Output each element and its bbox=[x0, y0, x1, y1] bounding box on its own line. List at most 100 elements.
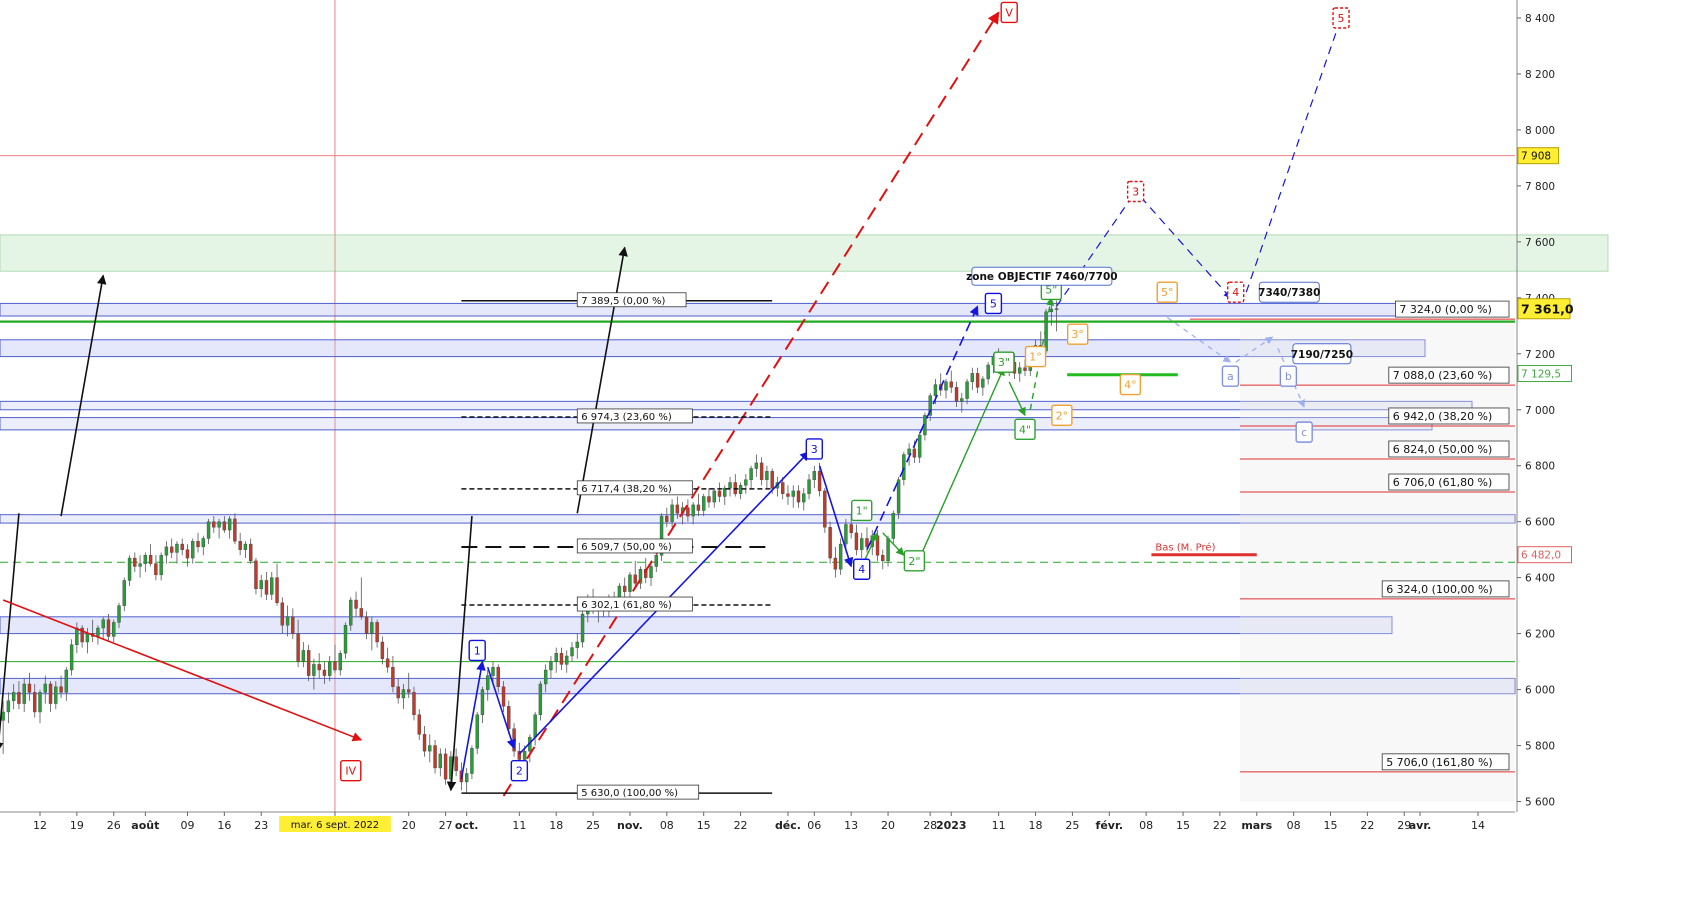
candle-body bbox=[417, 714, 421, 735]
candle-body bbox=[522, 750, 527, 760]
candle-body bbox=[860, 538, 864, 550]
fib-right-label: 7 324,0 (0,00 %) bbox=[1399, 303, 1492, 316]
candle-body bbox=[807, 479, 811, 494]
candle-body bbox=[954, 387, 959, 402]
candle-body bbox=[759, 462, 764, 480]
candle-body bbox=[886, 538, 890, 562]
x-tick-label: 11 bbox=[512, 819, 526, 832]
candle-body bbox=[148, 555, 153, 564]
candle-body bbox=[765, 471, 769, 480]
candle-body bbox=[891, 513, 896, 539]
candle-body bbox=[206, 521, 211, 539]
candle-body bbox=[575, 641, 579, 648]
x-tick-label: août bbox=[131, 819, 159, 832]
candle-body bbox=[917, 434, 922, 458]
y-tick-label: 7 200 bbox=[1525, 349, 1555, 361]
wave-label-text: 2 bbox=[516, 765, 523, 778]
candle-body bbox=[407, 689, 411, 693]
candle-body bbox=[1, 711, 5, 721]
fib-left-label: 5 630,0 (100,00 %) bbox=[581, 788, 678, 799]
candle-body bbox=[285, 616, 290, 626]
wave-label-text: 2" bbox=[908, 555, 920, 568]
candle-body bbox=[823, 490, 827, 528]
candle-body bbox=[412, 692, 416, 715]
candle-body bbox=[986, 364, 990, 380]
y-tick-label: 6 200 bbox=[1525, 629, 1555, 641]
fib-right-label: 7 088,0 (23,60 %) bbox=[1393, 369, 1493, 382]
x-tick-label: nov. bbox=[617, 819, 643, 832]
candle-body bbox=[949, 381, 953, 388]
x-tick-label: 22 bbox=[1213, 819, 1227, 832]
candle-body bbox=[649, 566, 653, 578]
candle-body bbox=[802, 493, 806, 503]
candle-body bbox=[185, 549, 190, 559]
candle-body bbox=[554, 652, 558, 662]
candle-body bbox=[301, 650, 306, 662]
candle-body bbox=[675, 504, 680, 514]
y-tick-label: 5 600 bbox=[1525, 797, 1555, 809]
candle-body bbox=[796, 490, 801, 503]
candle-body bbox=[69, 644, 74, 671]
y-tick-label: 6 600 bbox=[1525, 517, 1555, 529]
candle-body bbox=[270, 577, 274, 595]
x-tick-label: 09 bbox=[180, 819, 194, 832]
candle-body bbox=[64, 669, 69, 693]
candle-body bbox=[665, 515, 669, 522]
wave-label-text: c bbox=[1301, 426, 1307, 439]
fib-right-label: 6 706,0 (61,80 %) bbox=[1393, 476, 1493, 489]
candle-body bbox=[169, 546, 174, 553]
price-chart[interactable]: 7 389,5 (0,00 %) 6 974,3 (23,60 %) 6 717,4… bbox=[0, 0, 1701, 901]
candle-body bbox=[291, 616, 295, 634]
wave-label-text: V bbox=[1005, 6, 1013, 19]
x-tick-label: 18 bbox=[549, 819, 563, 832]
candle-body bbox=[975, 373, 980, 388]
y-tick-label: 8 400 bbox=[1525, 13, 1555, 25]
objective-label: zone OBJECTIF 7460/7700 bbox=[966, 271, 1117, 283]
candle-body bbox=[127, 557, 132, 581]
candle-body bbox=[85, 633, 90, 643]
candle-body bbox=[828, 527, 832, 559]
candle-body bbox=[54, 686, 58, 704]
x-tick-label: 27 bbox=[439, 819, 453, 832]
x-tick-label: 08 bbox=[660, 819, 674, 832]
candle-body bbox=[470, 748, 474, 774]
fib-left-label: 6 509,7 (50,00 %) bbox=[581, 542, 672, 553]
candle-body bbox=[222, 521, 227, 531]
candle-body bbox=[428, 745, 432, 752]
candle-body bbox=[343, 625, 348, 654]
candle-body bbox=[122, 580, 126, 606]
candle-body bbox=[17, 692, 21, 704]
candle-body bbox=[749, 468, 753, 480]
candle-body bbox=[654, 555, 658, 567]
candle-body bbox=[354, 599, 358, 609]
candle-body bbox=[1018, 367, 1022, 374]
x-tick-label: 18 bbox=[1029, 819, 1043, 832]
candle-body bbox=[696, 504, 701, 511]
candle-body bbox=[965, 381, 969, 399]
candle-body bbox=[1023, 367, 1027, 371]
fib-right-label: 6 824,0 (50,00 %) bbox=[1393, 443, 1493, 456]
fib-left-label: 6 974,3 (23,60 %) bbox=[581, 412, 672, 423]
candle-body bbox=[322, 669, 327, 676]
candle-body bbox=[559, 652, 564, 665]
candle-body bbox=[312, 664, 316, 676]
x-tick-label: 11 bbox=[992, 819, 1006, 832]
wave-label-text: IV bbox=[345, 765, 356, 778]
wave-label-text: 1° bbox=[1029, 351, 1042, 364]
y-tick-label: 6 800 bbox=[1525, 461, 1555, 473]
x-tick-label: 23 bbox=[254, 819, 268, 832]
candle-body bbox=[875, 535, 880, 556]
zone-label-7190: 7190/7250 bbox=[1291, 349, 1353, 361]
candle-body bbox=[275, 577, 279, 604]
x-tick-label: 14 bbox=[1471, 819, 1485, 832]
candle-body bbox=[106, 619, 111, 637]
candle-body bbox=[280, 602, 285, 626]
candle-body bbox=[328, 661, 332, 676]
candle-body bbox=[154, 563, 158, 576]
candle-body bbox=[175, 543, 179, 553]
candle-body bbox=[833, 557, 838, 570]
wave-label-text: 1 bbox=[474, 644, 481, 657]
candle-body bbox=[359, 608, 364, 618]
candle-body bbox=[364, 616, 369, 634]
candle-body bbox=[264, 580, 269, 595]
